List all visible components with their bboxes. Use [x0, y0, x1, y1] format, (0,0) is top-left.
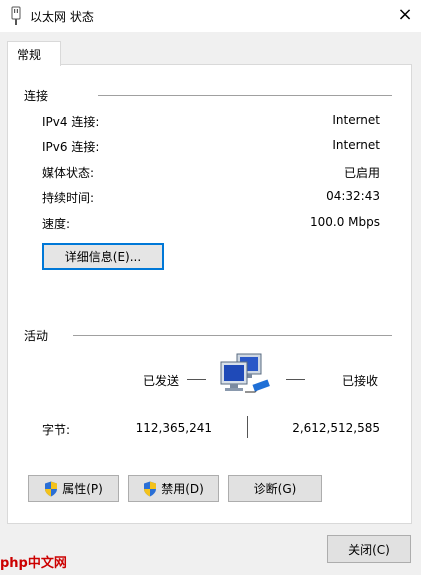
ipv6-label: IPv6 连接: — [42, 140, 100, 154]
diagnose-button[interactable]: 诊断(G) — [228, 475, 322, 502]
sent-line — [187, 379, 206, 380]
sent-label: 已发送 — [143, 374, 180, 388]
disable-button[interactable]: 禁用(D) — [128, 475, 219, 502]
tab-general-label: 常规 — [17, 48, 42, 62]
connection-divider — [98, 95, 392, 96]
activity-divider — [73, 335, 392, 336]
close-button[interactable]: 关闭(C) — [327, 535, 411, 563]
received-label: 已接收 — [342, 374, 379, 388]
watermark-logo: php中文网 — [0, 556, 67, 571]
speed-value: 100.0 Mbps — [309, 215, 380, 229]
connection-section-label: 连接 — [24, 89, 49, 103]
details-button[interactable]: 详细信息(E)... — [42, 243, 164, 270]
speed-label: 速度: — [42, 217, 71, 231]
network-computers-icon — [220, 353, 270, 393]
ipv4-label: IPv4 连接: — [42, 115, 100, 129]
ipv6-value: Internet — [332, 138, 380, 152]
uac-shield-icon — [144, 481, 157, 496]
activity-section-label: 活动 — [24, 329, 49, 343]
media-state-value: 已启用 — [343, 166, 380, 180]
tab-general[interactable]: 常规 — [7, 41, 61, 66]
network-adapter-icon — [11, 6, 21, 25]
bytes-sent-value: 112,365,241 — [135, 421, 212, 435]
bytes-label: 字节: — [42, 423, 71, 437]
uac-shield-icon — [45, 481, 58, 496]
general-panel — [7, 64, 412, 524]
properties-button[interactable]: 属性(P) — [28, 475, 119, 502]
media-state-label: 媒体状态: — [42, 166, 95, 180]
received-line — [286, 379, 305, 380]
ipv4-value: Internet — [332, 113, 380, 127]
duration-label: 持续时间: — [42, 191, 95, 205]
bytes-received-value: 2,612,512,585 — [292, 421, 380, 435]
disable-label: 禁用(D) — [161, 482, 204, 496]
close-icon[interactable]: × — [393, 3, 417, 27]
properties-label: 属性(P) — [62, 482, 103, 496]
bytes-separator — [247, 416, 248, 438]
duration-value: 04:32:43 — [326, 189, 380, 203]
window-title: 以太网 状态 — [30, 10, 94, 24]
title-bar: 以太网 状态 × — [0, 0, 421, 32]
